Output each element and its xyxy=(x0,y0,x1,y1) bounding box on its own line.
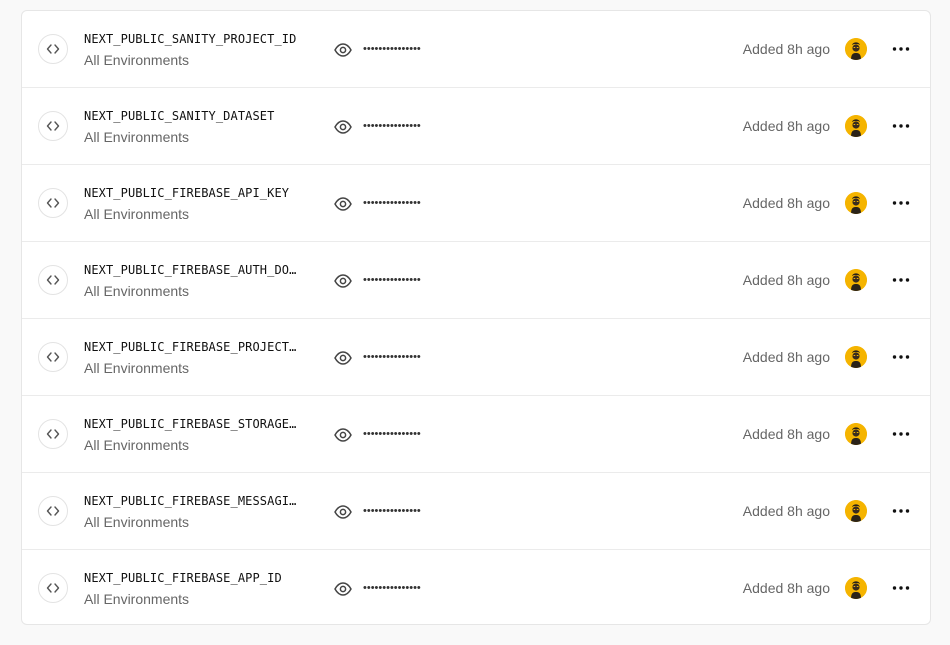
masked-value: ••••••••••••••• xyxy=(363,43,421,55)
env-var-environment: All Environments xyxy=(84,437,190,453)
code-brackets-icon xyxy=(38,34,68,64)
user-avatar[interactable] xyxy=(845,423,867,445)
added-timestamp: Added 8h ago xyxy=(742,118,830,134)
env-var-row: NEXT_PUBLIC_SANITY_PROJECT_ID All Enviro… xyxy=(22,11,930,88)
eye-icon[interactable] xyxy=(333,425,353,445)
env-var-environment: All Environments xyxy=(84,283,190,299)
env-var-environment: All Environments xyxy=(84,514,190,530)
code-brackets-icon xyxy=(38,496,68,526)
masked-value: ••••••••••••••• xyxy=(363,428,421,440)
env-var-name: NEXT_PUBLIC_FIREBASE_API_KEY xyxy=(84,186,290,200)
env-var-name: NEXT_PUBLIC_SANITY_DATASET xyxy=(84,109,275,123)
code-brackets-icon xyxy=(38,188,68,218)
user-avatar[interactable] xyxy=(845,192,867,214)
env-vars-list: NEXT_PUBLIC_SANITY_PROJECT_ID All Enviro… xyxy=(21,10,931,625)
code-brackets-icon xyxy=(38,419,68,449)
env-var-row: NEXT_PUBLIC_FIREBASE_MESSAGI… All Enviro… xyxy=(22,473,930,550)
masked-value: ••••••••••••••• xyxy=(363,505,421,517)
added-timestamp: Added 8h ago xyxy=(742,349,830,365)
eye-icon[interactable] xyxy=(333,502,353,522)
env-var-row: NEXT_PUBLIC_FIREBASE_PROJECT… All Enviro… xyxy=(22,319,930,396)
user-avatar[interactable] xyxy=(845,115,867,137)
more-actions-button[interactable] xyxy=(886,39,916,59)
ellipsis-icon xyxy=(892,201,910,205)
more-actions-button[interactable] xyxy=(886,578,916,598)
env-var-row: NEXT_PUBLIC_SANITY_DATASET All Environme… xyxy=(22,88,930,165)
env-var-environment: All Environments xyxy=(84,129,190,145)
masked-value: ••••••••••••••• xyxy=(363,197,421,209)
more-actions-button[interactable] xyxy=(886,270,916,290)
env-var-environment: All Environments xyxy=(84,591,190,607)
ellipsis-icon xyxy=(892,586,910,590)
user-avatar[interactable] xyxy=(845,346,867,368)
user-avatar[interactable] xyxy=(845,38,867,60)
user-avatar[interactable] xyxy=(845,577,867,599)
masked-value: ••••••••••••••• xyxy=(363,582,421,594)
env-var-name: NEXT_PUBLIC_FIREBASE_APP_ID xyxy=(84,571,282,585)
ellipsis-icon xyxy=(892,432,910,436)
more-actions-button[interactable] xyxy=(886,116,916,136)
ellipsis-icon xyxy=(892,47,910,51)
added-timestamp: Added 8h ago xyxy=(742,195,830,211)
user-avatar[interactable] xyxy=(845,500,867,522)
more-actions-button[interactable] xyxy=(886,193,916,213)
added-timestamp: Added 8h ago xyxy=(742,580,830,596)
eye-icon[interactable] xyxy=(333,579,353,599)
env-var-name: NEXT_PUBLIC_FIREBASE_AUTH_DO… xyxy=(84,263,297,277)
added-timestamp: Added 8h ago xyxy=(742,503,830,519)
env-var-row: NEXT_PUBLIC_FIREBASE_API_KEY All Environ… xyxy=(22,165,930,242)
masked-value: ••••••••••••••• xyxy=(363,274,421,286)
ellipsis-icon xyxy=(892,355,910,359)
code-brackets-icon xyxy=(38,265,68,295)
env-var-environment: All Environments xyxy=(84,206,190,222)
more-actions-button[interactable] xyxy=(886,501,916,521)
code-brackets-icon xyxy=(38,111,68,141)
env-var-name: NEXT_PUBLIC_FIREBASE_MESSAGI… xyxy=(84,494,297,508)
more-actions-button[interactable] xyxy=(886,424,916,444)
env-var-name: NEXT_PUBLIC_FIREBASE_STORAGE… xyxy=(84,417,297,431)
env-var-row: NEXT_PUBLIC_FIREBASE_AUTH_DO… All Enviro… xyxy=(22,242,930,319)
code-brackets-icon xyxy=(38,342,68,372)
env-var-environment: All Environments xyxy=(84,360,190,376)
more-actions-button[interactable] xyxy=(886,347,916,367)
added-timestamp: Added 8h ago xyxy=(742,426,830,442)
masked-value: ••••••••••••••• xyxy=(363,351,421,363)
added-timestamp: Added 8h ago xyxy=(742,272,830,288)
ellipsis-icon xyxy=(892,124,910,128)
ellipsis-icon xyxy=(892,278,910,282)
code-brackets-icon xyxy=(38,573,68,603)
env-var-name: NEXT_PUBLIC_FIREBASE_PROJECT… xyxy=(84,340,297,354)
eye-icon[interactable] xyxy=(333,348,353,368)
eye-icon[interactable] xyxy=(333,40,353,60)
eye-icon[interactable] xyxy=(333,194,353,214)
env-var-name: NEXT_PUBLIC_SANITY_PROJECT_ID xyxy=(84,32,297,46)
masked-value: ••••••••••••••• xyxy=(363,120,421,132)
added-timestamp: Added 8h ago xyxy=(742,41,830,57)
env-var-row: NEXT_PUBLIC_FIREBASE_STORAGE… All Enviro… xyxy=(22,396,930,473)
env-var-row: NEXT_PUBLIC_FIREBASE_APP_ID All Environm… xyxy=(22,550,930,624)
ellipsis-icon xyxy=(892,509,910,513)
env-var-environment: All Environments xyxy=(84,52,190,68)
eye-icon[interactable] xyxy=(333,117,353,137)
eye-icon[interactable] xyxy=(333,271,353,291)
user-avatar[interactable] xyxy=(845,269,867,291)
